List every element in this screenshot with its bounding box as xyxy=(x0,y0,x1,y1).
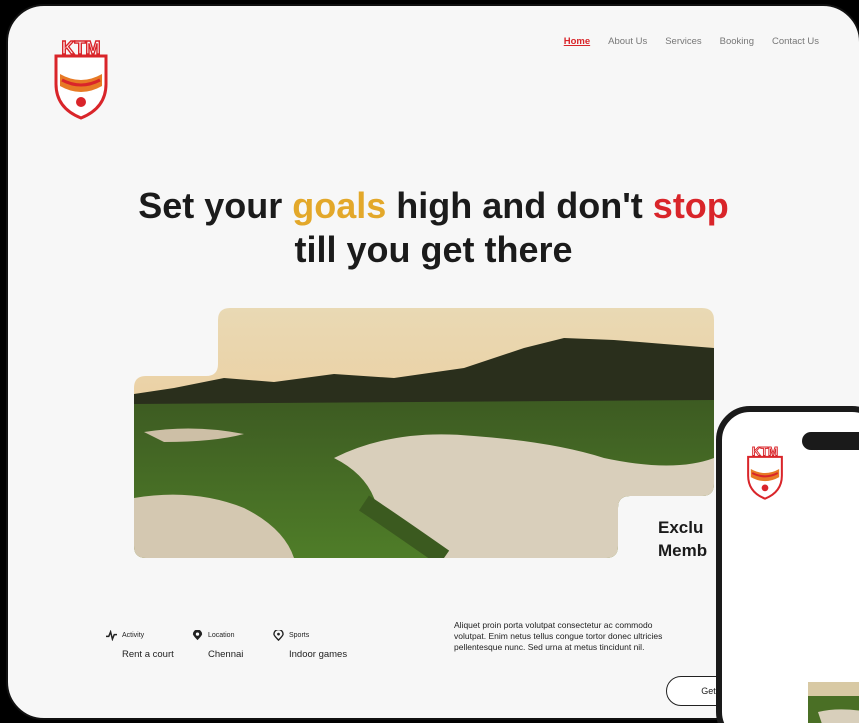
nav-contact-us[interactable]: Contact Us xyxy=(772,36,819,47)
info-location: Location Chennai xyxy=(192,630,243,660)
nav-about-us[interactable]: About Us xyxy=(608,36,647,47)
info-location-value: Chennai xyxy=(208,649,244,660)
nav-services[interactable]: Services xyxy=(665,36,701,47)
nav-booking[interactable]: Booking xyxy=(720,36,754,47)
info-activity-value: Rent a court xyxy=(122,649,174,660)
phone-notch xyxy=(802,432,859,450)
hero-description: Aliquet proin porta volutpat consectetur… xyxy=(454,620,663,652)
svg-text:KTM: KTM xyxy=(752,444,778,458)
location-pin-icon xyxy=(192,630,203,641)
sports-pin-icon xyxy=(273,630,284,641)
hero-title: Set your goals high and don't stop till … xyxy=(8,184,859,272)
activity-icon xyxy=(106,630,117,641)
hero-title-part3: till you get there xyxy=(294,229,573,270)
hero-title-part1: Set your xyxy=(138,185,293,226)
mobile-golf-thumbnail xyxy=(808,682,859,723)
main-nav: Home About Us Services Booking Contact U… xyxy=(564,36,819,47)
ktm-logo[interactable]: KTM xyxy=(48,34,114,120)
mobile-ktm-logo: KTM xyxy=(747,444,783,500)
hero-title-part2: high and don't xyxy=(386,185,653,226)
golf-course-image xyxy=(134,308,714,558)
logo-text: KTM xyxy=(62,38,101,58)
nav-home[interactable]: Home xyxy=(564,36,590,47)
hero-title-highlight-stop: stop xyxy=(652,185,729,226)
hero-title-highlight-goals: goals xyxy=(292,185,387,226)
info-sports: Sports Indoor games xyxy=(273,630,347,660)
info-sports-value: Indoor games xyxy=(289,649,348,660)
info-activity: Activity Rent a court xyxy=(106,630,174,660)
info-sports-label: Sports xyxy=(289,632,310,639)
info-activity-label: Activity xyxy=(122,632,145,639)
info-location-label: Location xyxy=(208,632,235,639)
